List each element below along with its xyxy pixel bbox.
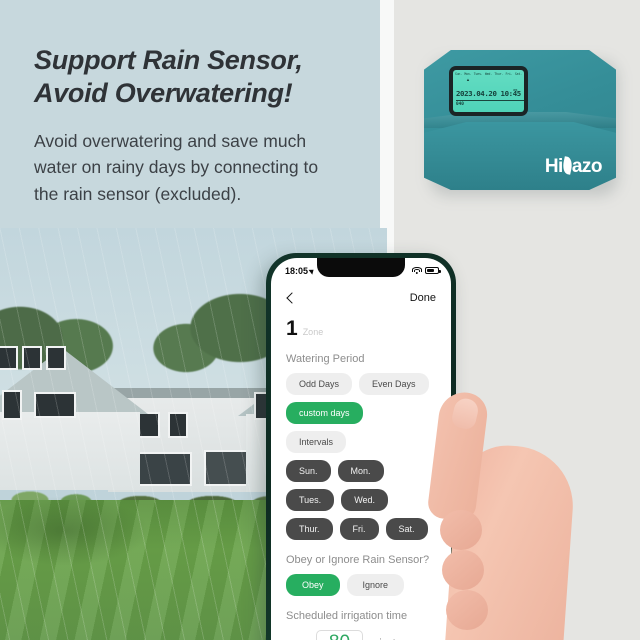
chip-day-tues[interactable]: Tues.: [286, 489, 335, 511]
zone-number: 1: [286, 317, 298, 340]
brand-suffix: azo: [571, 156, 603, 177]
done-button[interactable]: Done: [410, 292, 436, 304]
lcd-day-fri: Fri.: [505, 72, 513, 76]
day-chip-row-1: Sun. Mon. Tues. Wed.: [286, 460, 436, 511]
promo-banner: Support Rain Sensor, Avoid Overwatering!…: [0, 0, 640, 640]
lcd-datetime: 2023.04.20 10:45: [456, 89, 521, 98]
nav-bar: Done: [271, 284, 451, 312]
irrigation-value-row: 80 minutes: [286, 630, 436, 640]
chip-obey[interactable]: Obey: [286, 574, 340, 596]
promo-headline: Support Rain Sensor, Avoid Overwatering!: [34, 44, 364, 110]
lcd-day-tues: Tues.: [473, 72, 483, 76]
lcd-divider: [456, 100, 524, 101]
chip-day-sat[interactable]: Sat.: [385, 518, 428, 540]
status-bar-left: 18:05: [285, 265, 316, 276]
chip-ignore[interactable]: Ignore: [346, 574, 405, 596]
location-arrow-icon: [308, 266, 316, 275]
lcd-day-sat: Sat.: [514, 72, 522, 76]
chip-custom-days[interactable]: custom days: [286, 402, 363, 424]
status-time: 18:05: [285, 265, 309, 276]
finger-knuckle-3: [446, 590, 488, 630]
lawn-shadow: [0, 496, 150, 566]
device-lcd-frame: Sun. Mon. Tues. Wed. Thur. Fri. Sat. ▲ 2…: [449, 66, 528, 116]
finger-knuckle-2: [442, 550, 484, 590]
lcd-day-mon: Mon.: [464, 72, 472, 76]
chip-day-sun[interactable]: Sun.: [286, 460, 331, 482]
wifi-icon: [412, 266, 422, 275]
watering-mode-chip-row-1: Odd Days Even Days custom days: [286, 373, 436, 424]
chip-day-wed[interactable]: Wed.: [341, 489, 389, 511]
screen-content: 1 Zone Watering Period Odd Days Even Day…: [271, 314, 451, 640]
chip-intervals[interactable]: Intervals: [286, 431, 347, 453]
thumbnail: [450, 396, 481, 431]
device-brand-logo: Hi azo: [544, 155, 603, 178]
zone-label: Zone: [302, 327, 324, 337]
lcd-ampm: am: [513, 88, 518, 92]
headline-line-2: Avoid Overwatering!: [34, 77, 293, 108]
irrigation-minutes-input[interactable]: 80: [315, 630, 364, 640]
lcd-day-thur: Thur.: [494, 72, 504, 76]
lcd-day-marker-icon: ▲: [466, 77, 470, 82]
lcd-secondary-value: 040: [456, 102, 464, 107]
brand-prefix: Hi: [544, 156, 564, 177]
chip-day-fri[interactable]: Fri.: [339, 518, 379, 540]
sprinkler-controller-device: Sun. Mon. Tues. Wed. Thur. Fri. Sat. ▲ 2…: [424, 50, 618, 196]
watering-period-title: Watering Period: [286, 353, 365, 365]
chip-day-mon[interactable]: Mon.: [337, 460, 384, 482]
zone-header: 1 Zone: [286, 318, 436, 339]
chip-day-thur[interactable]: Thur.: [286, 518, 333, 540]
house-left: [0, 346, 148, 490]
back-chevron-icon[interactable]: [286, 292, 298, 304]
status-bar: 18:05: [271, 258, 451, 280]
irrigation-time-title: Scheduled irrigation time: [286, 610, 408, 622]
lcd-day-sun: Sun.: [455, 72, 463, 76]
status-bar-right: [412, 266, 441, 275]
chip-odd-days[interactable]: Odd Days: [286, 373, 353, 395]
finger-knuckle-1: [440, 510, 482, 550]
phone-screen: 18:05 Done 1 Zone Watering Period Odd Da…: [271, 258, 451, 640]
promo-body-text: Avoid overwatering and save much water o…: [34, 131, 319, 204]
phone-mockup: 18:05 Done 1 Zone Watering Period Odd Da…: [266, 253, 456, 640]
lcd-day-row: Sun. Mon. Tues. Wed. Thur. Fri. Sat.: [455, 72, 522, 76]
rain-sensor-title: Obey or Ignore Rain Sensor?: [286, 554, 430, 566]
hand-holding-phone: [426, 389, 580, 640]
headline-line-1: Support Rain Sensor,: [34, 45, 303, 75]
battery-icon: [425, 266, 441, 275]
watering-mode-chip-row-2: Intervals: [286, 431, 436, 453]
chip-even-days[interactable]: Even Days: [359, 373, 429, 395]
rain-sensor-chip-row: Obey Ignore: [286, 574, 436, 596]
device-lcd-screen: Sun. Mon. Tues. Wed. Thur. Fri. Sat. ▲ 2…: [453, 70, 524, 112]
lcd-day-wed: Wed.: [484, 72, 492, 76]
day-chip-row-2: Thur. Fri. Sat.: [286, 518, 436, 540]
